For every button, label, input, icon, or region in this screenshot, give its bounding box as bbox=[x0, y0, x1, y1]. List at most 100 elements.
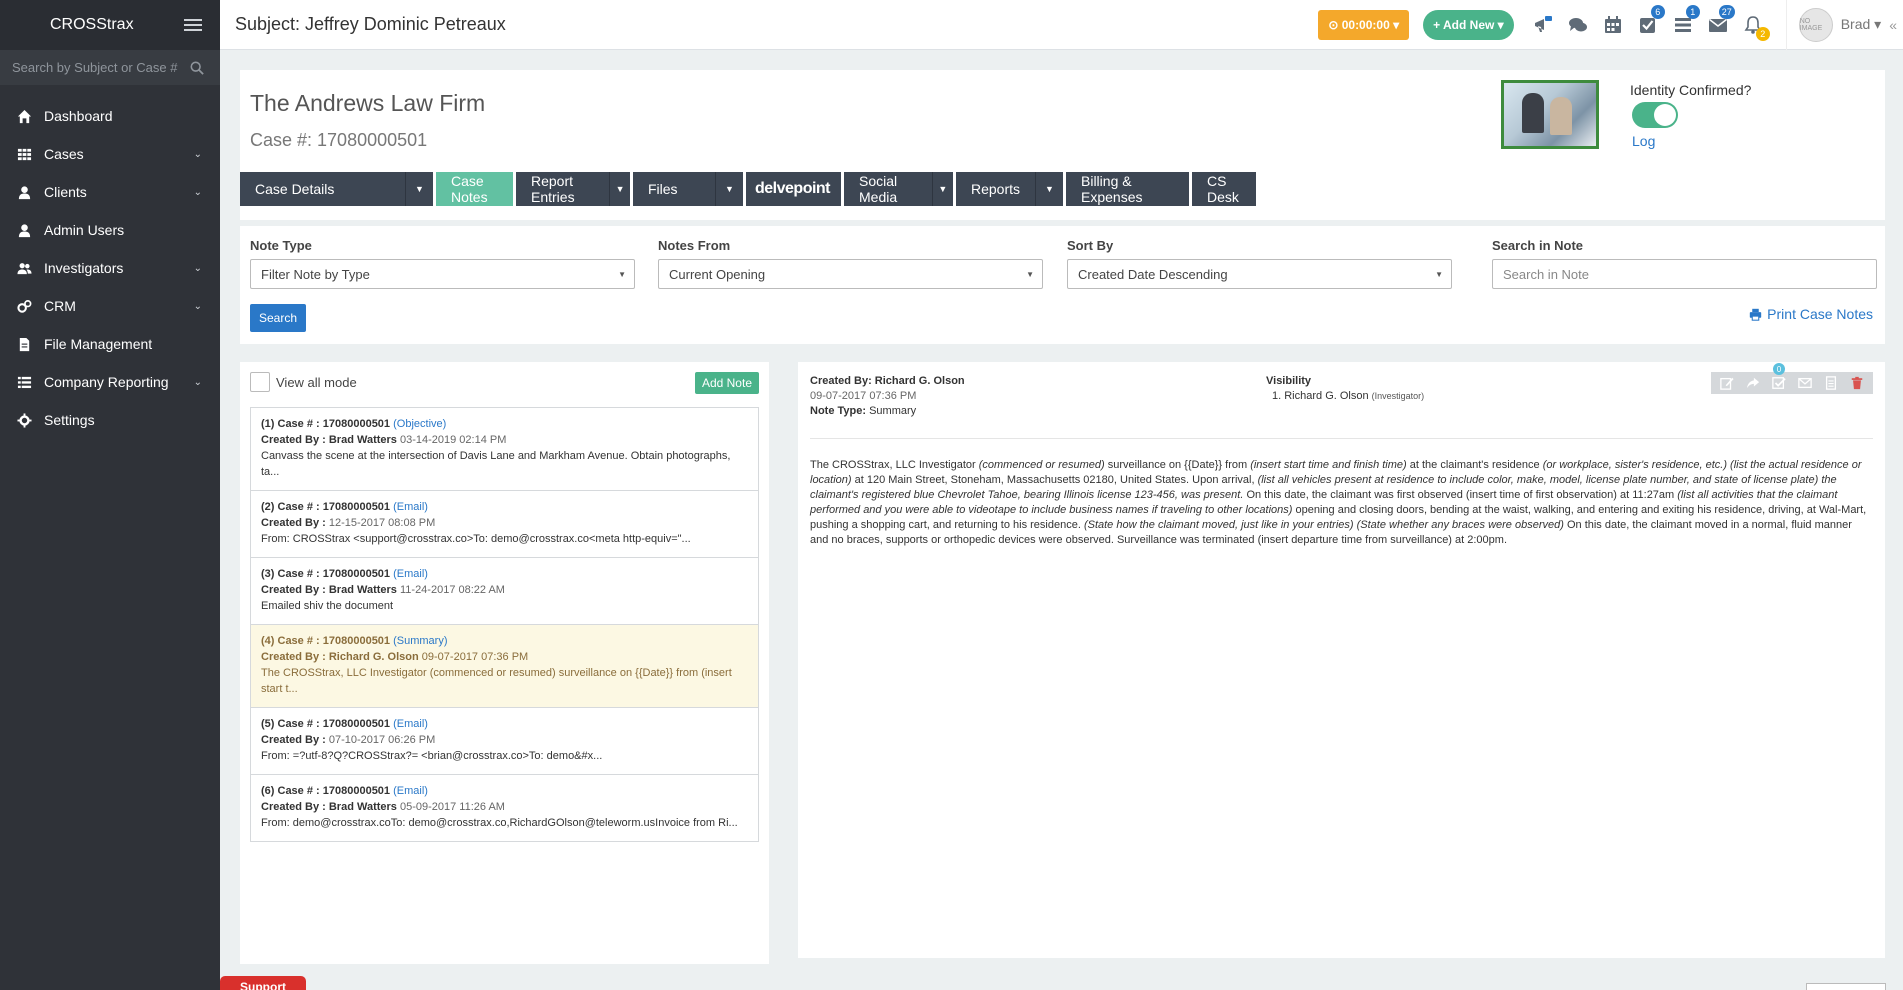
note-created-by-label: Created By : bbox=[261, 801, 326, 813]
list-icon bbox=[16, 374, 32, 390]
note-excerpt: From: =?utf-8?Q?CROSStrax?= <brian@cross… bbox=[261, 750, 603, 762]
subject-title: Subject: Jeffrey Dominic Petreaux bbox=[235, 14, 506, 34]
sidebar-item-admin-users[interactable]: Admin Users bbox=[0, 211, 220, 249]
calendar-icon[interactable] bbox=[1602, 14, 1624, 36]
note-list-item[interactable]: (3) Case # : 17080000501 (Email) Created … bbox=[251, 558, 758, 625]
note-list-item[interactable]: (4) Case # : 17080000501 (Summary) Create… bbox=[251, 625, 758, 708]
sidebar-item-investigators[interactable]: Investigators ⌄ bbox=[0, 249, 220, 287]
chevron-down-icon: ⌄ bbox=[193, 262, 202, 274]
sidebar-item-company-reporting[interactable]: Company Reporting ⌄ bbox=[0, 363, 220, 401]
sidebar-item-label: Company Reporting bbox=[44, 374, 169, 390]
collapse-panel-icon[interactable]: « bbox=[1889, 17, 1903, 33]
note-list-item[interactable]: (1) Case # : 17080000501 (Objective) Crea… bbox=[251, 408, 758, 491]
sort-by-group: Sort By Created Date Descending ▼ bbox=[1067, 238, 1452, 289]
note-date: 11-24-2017 08:22 AM bbox=[399, 584, 505, 596]
avatar[interactable]: NO IMAGE bbox=[1798, 7, 1833, 42]
tab-case-details[interactable]: Case Details ▼ bbox=[240, 172, 433, 206]
notes-from-value: Current Opening bbox=[669, 266, 766, 282]
note-excerpt: Canvass the scene at the intersection of… bbox=[261, 450, 731, 478]
tab-report-entries[interactable]: Report Entries ▼ bbox=[516, 172, 630, 206]
bell-icon[interactable]: 2 bbox=[1742, 14, 1770, 41]
sort-by-select[interactable]: Created Date Descending ▼ bbox=[1067, 259, 1452, 289]
sidebar-item-clients[interactable]: Clients ⌄ bbox=[0, 173, 220, 211]
note-created-by-label: Created By : bbox=[261, 434, 326, 446]
task-note-button[interactable]: 0 bbox=[1768, 363, 1790, 392]
copy-note-button[interactable] bbox=[1820, 374, 1842, 392]
note-body-segment: On this date, the claimant was first obs… bbox=[1243, 489, 1678, 501]
identity-confirmed-toggle[interactable] bbox=[1632, 102, 1678, 128]
note-date: 12-15-2017 08:08 PM bbox=[328, 517, 436, 529]
sidebar-item-label: CRM bbox=[44, 298, 76, 314]
sidebar-item-label: Cases bbox=[44, 146, 84, 162]
add-note-button[interactable]: Add Note bbox=[694, 372, 759, 394]
tab-dropdown-caret-icon[interactable]: ▼ bbox=[405, 172, 433, 206]
tab-dropdown-caret-icon[interactable]: ▼ bbox=[715, 172, 743, 206]
megaphone-icon[interactable] bbox=[1532, 14, 1554, 36]
note-case-number: (6) Case # : 17080000501 bbox=[261, 785, 391, 797]
tab-reports[interactable]: Reports ▼ bbox=[956, 172, 1063, 206]
brand-bar: CROSStrax bbox=[0, 0, 220, 50]
detail-divider bbox=[810, 438, 1873, 439]
tab-dropdown-caret-icon[interactable]: ▼ bbox=[931, 172, 953, 206]
support-button[interactable]: Support bbox=[220, 976, 306, 990]
detail-created-by: Created By: Richard G. Olson bbox=[810, 375, 965, 387]
envelope-icon bbox=[1798, 377, 1812, 389]
mail-icon[interactable]: 27 bbox=[1707, 4, 1735, 36]
search-note-input[interactable] bbox=[1492, 259, 1877, 289]
tab-cs-desk[interactable]: CS Desk bbox=[1192, 172, 1256, 206]
delete-note-button[interactable] bbox=[1846, 374, 1868, 392]
note-list-item[interactable]: (5) Case # : 17080000501 (Email) Created … bbox=[251, 708, 758, 775]
tab-label: Files bbox=[648, 181, 678, 197]
tab-billing-expenses[interactable]: Billing & Expenses bbox=[1066, 172, 1189, 206]
sidebar-item-settings[interactable]: Settings bbox=[0, 401, 220, 439]
sidebar-item-file-management[interactable]: File Management bbox=[0, 325, 220, 363]
sidebar-item-label: Admin Users bbox=[44, 222, 125, 238]
sidebar-search[interactable]: Search by Subject or Case # bbox=[0, 50, 220, 85]
tab-dropdown-caret-icon[interactable]: ▼ bbox=[609, 172, 630, 206]
note-body-segment: (insert start time and finish time) bbox=[1250, 459, 1407, 471]
tab-dropdown-caret-icon[interactable]: ▼ bbox=[1035, 172, 1063, 206]
sidebar-search-input[interactable]: Search by Subject or Case # bbox=[12, 60, 177, 75]
sidebar-item-crm[interactable]: CRM ⌄ bbox=[0, 287, 220, 325]
note-list-item[interactable]: (2) Case # : 17080000501 (Email) Created … bbox=[251, 491, 758, 558]
check-square-icon bbox=[1772, 377, 1786, 389]
note-list-item[interactable]: (6) Case # : 17080000501 (Email) Created … bbox=[251, 775, 758, 841]
forward-note-button[interactable] bbox=[1742, 374, 1764, 392]
tab-case-notes[interactable]: Case Notes bbox=[436, 172, 513, 206]
brand-logo[interactable]: CROSStrax bbox=[50, 16, 134, 34]
chevron-down-icon: ⌄ bbox=[193, 186, 202, 198]
tasks-icon[interactable]: 6 bbox=[1637, 4, 1665, 36]
chat-icon[interactable] bbox=[1567, 14, 1589, 36]
note-body-segment: at the claimant's residence bbox=[1406, 459, 1543, 471]
edit-note-button[interactable] bbox=[1716, 374, 1738, 392]
list-icon[interactable]: 1 bbox=[1672, 4, 1700, 36]
tab-delvepoint[interactable]: delvepoint bbox=[746, 172, 841, 206]
note-type: (Objective) bbox=[393, 418, 447, 430]
note-list: (1) Case # : 17080000501 (Objective) Crea… bbox=[250, 407, 759, 842]
note-body-segment: surveillance on {{Date}} from bbox=[1104, 459, 1251, 471]
email-note-button[interactable] bbox=[1794, 374, 1816, 392]
view-all-checkbox[interactable] bbox=[250, 372, 270, 392]
tab-files[interactable]: Files ▼ bbox=[633, 172, 743, 206]
print-case-notes-link[interactable]: Print Case Notes bbox=[1749, 306, 1873, 322]
search-icon[interactable] bbox=[190, 61, 204, 75]
user-name[interactable]: Brad ▾ bbox=[1841, 16, 1882, 33]
footer-widget bbox=[1806, 983, 1886, 990]
sidebar-item-cases[interactable]: Cases ⌄ bbox=[0, 135, 220, 173]
user-menu[interactable]: NO IMAGE Brad ▾ bbox=[1785, 0, 1882, 50]
sidebar-item-dashboard[interactable]: Dashboard bbox=[0, 97, 220, 135]
search-button[interactable]: Search bbox=[250, 304, 306, 332]
view-all-mode[interactable]: View all mode bbox=[250, 372, 357, 392]
subject-photo[interactable] bbox=[1501, 80, 1599, 149]
tab-social-media[interactable]: Social Media ▼ bbox=[844, 172, 953, 206]
gear-icon bbox=[16, 412, 32, 428]
tab-label: Case Notes bbox=[451, 173, 488, 205]
chevron-down-icon: ⌄ bbox=[193, 376, 202, 388]
note-type-value: Filter Note by Type bbox=[261, 266, 370, 282]
hamburger-menu-icon[interactable] bbox=[184, 19, 202, 31]
add-new-button[interactable]: + Add New ▾ bbox=[1423, 9, 1514, 40]
note-type-select[interactable]: Filter Note by Type ▼ bbox=[250, 259, 635, 289]
notes-from-select[interactable]: Current Opening ▼ bbox=[658, 259, 1043, 289]
log-link[interactable]: Log bbox=[1632, 133, 1655, 149]
timer-button[interactable]: ⊙ 00:00:00 ▾ bbox=[1318, 9, 1410, 40]
